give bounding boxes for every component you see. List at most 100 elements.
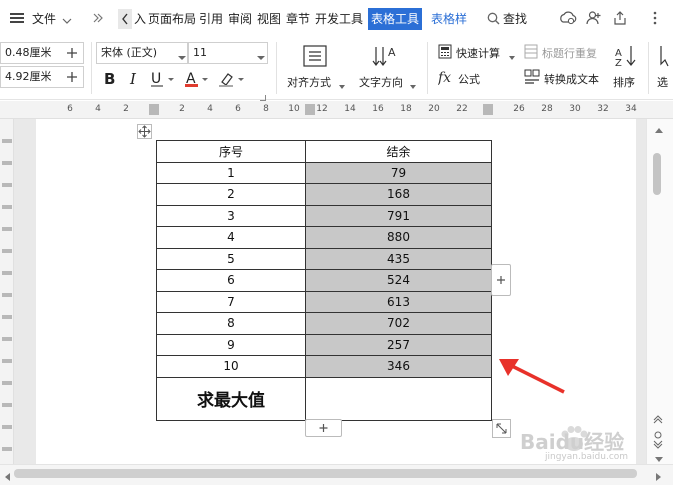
balance-cell[interactable]: 613: [305, 290, 492, 313]
font-name-dropdown-icon[interactable]: [178, 50, 186, 60]
scroll-down-icon[interactable]: [654, 453, 664, 462]
align-icon[interactable]: [302, 44, 328, 68]
formula-icon[interactable]: fx: [437, 69, 454, 86]
sort-icon[interactable]: AZ: [613, 44, 639, 69]
prev-page-icon[interactable]: [652, 413, 664, 424]
share-icon[interactable]: [612, 10, 628, 26]
add-column-icon[interactable]: [491, 264, 511, 296]
align-dropdown-icon[interactable]: [339, 79, 345, 89]
quick-calc-button[interactable]: 快速计算: [456, 45, 500, 61]
tab-chapter[interactable]: 章节: [284, 8, 312, 30]
select-icon[interactable]: [658, 44, 672, 68]
col-width-increase-icon[interactable]: [66, 71, 78, 83]
ruler-label: 26: [513, 104, 525, 114]
text-direction-button[interactable]: 文字方向: [359, 74, 403, 90]
search-label[interactable]: 查找: [501, 8, 529, 30]
tab-developer[interactable]: 开发工具: [313, 8, 365, 30]
cloud-sync-icon[interactable]: [559, 10, 577, 26]
balance-cell[interactable]: 702: [305, 312, 492, 335]
scroll-left-arrow-icon[interactable]: [3, 471, 11, 481]
balance-cell[interactable]: 435: [305, 247, 492, 270]
horizontal-scroll-thumb[interactable]: [14, 469, 637, 478]
file-menu[interactable]: 文件: [30, 8, 58, 30]
quick-calc-dropdown-icon[interactable]: [509, 50, 515, 60]
balance-cell[interactable]: 346: [305, 355, 492, 378]
horizontal-ruler: 6 4 2 2 4 6 8 10 12 14 16 18 20 22 26 28…: [0, 101, 673, 119]
sort-button[interactable]: 排序: [613, 74, 635, 90]
data-table[interactable]: 序号 结余 1 79 2 168 3 791 4 880 5 435 6 524…: [156, 140, 492, 421]
convert-text-icon[interactable]: [524, 69, 540, 85]
row-height-value: 0.48厘米: [5, 46, 52, 59]
index-cell[interactable]: 10: [156, 355, 306, 378]
scroll-left-icon[interactable]: [118, 9, 132, 29]
select-button[interactable]: 选: [657, 74, 668, 90]
balance-cell[interactable]: 791: [305, 204, 492, 227]
more-tabs-icon[interactable]: [92, 12, 104, 24]
vertical-ruler: [0, 119, 14, 464]
balance-cell[interactable]: 524: [305, 269, 492, 292]
ruler-label: 20: [428, 104, 440, 114]
index-cell[interactable]: 9: [156, 333, 306, 356]
table-move-handle-icon[interactable]: [137, 124, 152, 139]
max-value-result-cell[interactable]: [305, 376, 492, 421]
font-color-icon[interactable]: A: [184, 70, 210, 88]
add-row-icon[interactable]: [305, 419, 342, 437]
chevron-down-icon[interactable]: [62, 14, 72, 24]
index-cell[interactable]: 8: [156, 312, 306, 335]
index-cell[interactable]: 2: [156, 183, 306, 206]
text-direction-dropdown-icon[interactable]: [410, 79, 416, 89]
bold-icon[interactable]: B: [102, 70, 118, 88]
vertical-scrollbar[interactable]: [646, 119, 673, 464]
ruler-right-marker[interactable]: [483, 104, 493, 115]
formula-button[interactable]: 公式: [458, 71, 480, 87]
vertical-scroll-thumb[interactable]: [653, 153, 661, 195]
table-resize-icon[interactable]: [492, 419, 511, 438]
scroll-up-icon[interactable]: [654, 123, 664, 133]
ruler-label: 10: [288, 104, 300, 114]
more-options-icon[interactable]: [652, 10, 658, 26]
tab-view[interactable]: 视图: [255, 8, 283, 30]
header-cell-balance[interactable]: 结余: [305, 140, 492, 163]
header-cell-index[interactable]: 序号: [156, 140, 306, 163]
ruler-indent-marker[interactable]: [149, 104, 159, 115]
convert-text-button[interactable]: 转换成文本: [544, 71, 599, 87]
select-browse-object-icon[interactable]: [654, 428, 662, 439]
quick-calc-icon[interactable]: [438, 44, 452, 59]
search-icon[interactable]: [487, 12, 500, 25]
align-button[interactable]: 对齐方式: [287, 74, 331, 90]
balance-cell[interactable]: 168: [305, 183, 492, 206]
balance-cell[interactable]: 880: [305, 226, 492, 249]
index-cell[interactable]: 6: [156, 269, 306, 292]
tab-table-style[interactable]: 表格样: [429, 8, 471, 30]
tab-table-tools[interactable]: 表格工具: [368, 8, 423, 30]
font-size-select[interactable]: 11: [188, 42, 268, 64]
table-row: 4 880: [156, 226, 492, 249]
balance-cell[interactable]: 257: [305, 333, 492, 356]
balance-cell[interactable]: 79: [305, 161, 492, 184]
user-add-icon[interactable]: [586, 10, 602, 26]
index-cell[interactable]: 3: [156, 204, 306, 227]
font-size-dropdown-icon[interactable]: [257, 50, 265, 60]
highlight-icon[interactable]: [218, 70, 246, 88]
max-value-label-cell[interactable]: 求最大值: [156, 376, 306, 421]
underline-icon[interactable]: U: [150, 70, 176, 88]
title-row-repeat-button[interactable]: 标题行重复: [542, 45, 597, 61]
tab-references[interactable]: 引用: [197, 8, 225, 30]
hamburger-menu-icon[interactable]: [10, 12, 24, 24]
index-cell[interactable]: 1: [156, 161, 306, 184]
scroll-right-arrow-icon[interactable]: [655, 471, 663, 481]
horizontal-scrollbar[interactable]: [0, 464, 673, 485]
index-cell[interactable]: 7: [156, 290, 306, 313]
index-cell[interactable]: 5: [156, 247, 306, 270]
row-height-increase-icon[interactable]: [66, 47, 78, 59]
next-page-icon[interactable]: [652, 439, 664, 449]
title-row-repeat-icon[interactable]: [524, 44, 538, 59]
ruler-label: 28: [541, 104, 553, 114]
tab-page-layout[interactable]: 页面布局: [146, 8, 198, 30]
tab-review[interactable]: 审阅: [226, 8, 254, 30]
index-cell[interactable]: 4: [156, 226, 306, 249]
font-dialog-launcher-icon[interactable]: [260, 90, 266, 101]
text-direction-icon[interactable]: A: [372, 44, 400, 68]
font-name-select[interactable]: 宋体 (正文): [96, 42, 188, 64]
italic-icon[interactable]: I: [126, 70, 142, 88]
